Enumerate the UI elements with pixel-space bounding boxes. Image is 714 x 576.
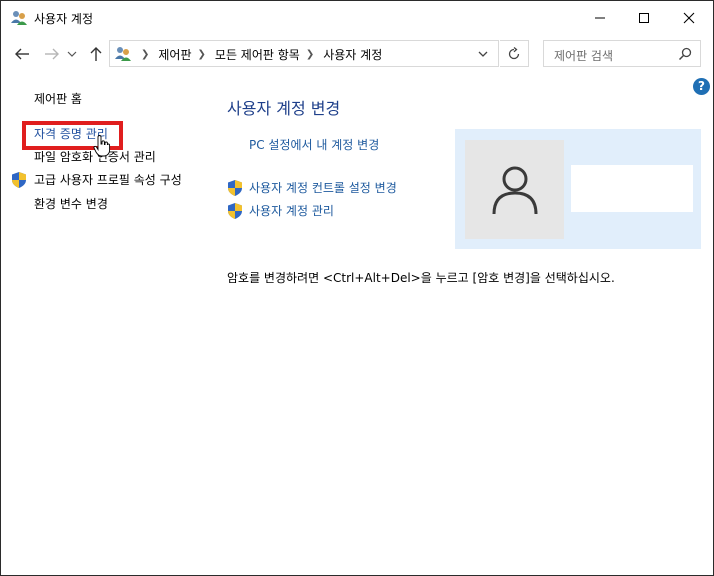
current-user-panel	[455, 129, 701, 249]
breadcrumb: ❯ 제어판 ❯ 모든 제어판 항목 ❯ 사용자 계정	[135, 46, 382, 62]
window-title: 사용자 계정	[34, 12, 94, 26]
breadcrumb-separator-icon: ❯	[141, 48, 150, 60]
forward-button[interactable]	[41, 43, 63, 65]
user-accounts-icon	[10, 10, 28, 26]
change-uac-settings-link[interactable]: 사용자 계정 컨트롤 설정 변경	[249, 179, 397, 196]
hand-cursor-icon	[93, 135, 111, 157]
advanced-profile-properties-link[interactable]: 고급 사용자 프로필 속성 구성	[34, 171, 182, 188]
back-button[interactable]	[11, 43, 33, 65]
minimize-button[interactable]	[577, 1, 623, 35]
breadcrumb-separator-icon[interactable]: ❯	[306, 49, 314, 60]
breadcrumb-user-accounts[interactable]: 사용자 계정	[323, 46, 382, 63]
address-history-chevron-icon[interactable]	[476, 48, 490, 60]
close-button[interactable]	[666, 1, 712, 35]
refresh-icon	[508, 46, 520, 59]
left-task-pane: 제어판 홈 자격 증명 관리 파일 암호화 인증서 관리 고급 사용자 프로필 …	[1, 81, 211, 281]
uac-shield-icon	[227, 202, 243, 220]
navigation-bar: ❯ 제어판 ❯ 모든 제어판 항목 ❯ 사용자 계정 제어판 검색	[1, 37, 713, 71]
user-avatar-icon	[492, 166, 537, 214]
avatar	[465, 140, 564, 239]
environment-variables-link[interactable]: 환경 변수 변경	[34, 195, 108, 212]
breadcrumb-control-panel[interactable]: 제어판	[158, 46, 191, 63]
change-account-in-pc-settings-link[interactable]: PC 설정에서 내 계정 변경	[249, 136, 379, 153]
up-button[interactable]	[85, 43, 107, 65]
recent-locations-chevron-icon[interactable]	[65, 43, 79, 65]
title-bar: 사용자 계정	[1, 1, 713, 35]
user-accounts-window: 사용자 계정 ❯ 제어판 ❯ 모든 제어판 항목 ❯ 사용자 계정 제어판 검색…	[0, 0, 714, 576]
refresh-button[interactable]	[500, 40, 529, 67]
uac-shield-icon	[227, 179, 243, 197]
account-name-plate	[571, 165, 693, 212]
control-panel-home-link[interactable]: 제어판 홈	[34, 90, 82, 107]
search-icon[interactable]	[678, 47, 692, 61]
search-input[interactable]: 제어판 검색	[543, 40, 701, 67]
page-title: 사용자 계정 변경	[227, 99, 341, 118]
search-placeholder: 제어판 검색	[554, 49, 614, 63]
password-change-note: 암호를 변경하려면 <Ctrl+Alt+Del>을 누르고 [암호 변경]을 선…	[227, 271, 615, 285]
breadcrumb-separator-icon[interactable]: ❯	[198, 49, 206, 60]
maximize-button[interactable]	[621, 1, 667, 35]
control-panel-icon	[114, 46, 132, 62]
manage-user-accounts-link[interactable]: 사용자 계정 관리	[249, 202, 334, 219]
address-bar[interactable]: ❯ 제어판 ❯ 모든 제어판 항목 ❯ 사용자 계정	[109, 40, 499, 67]
breadcrumb-all-items[interactable]: 모든 제어판 항목	[215, 46, 300, 63]
help-icon[interactable]: ?	[693, 78, 710, 95]
uac-shield-icon	[11, 171, 27, 189]
